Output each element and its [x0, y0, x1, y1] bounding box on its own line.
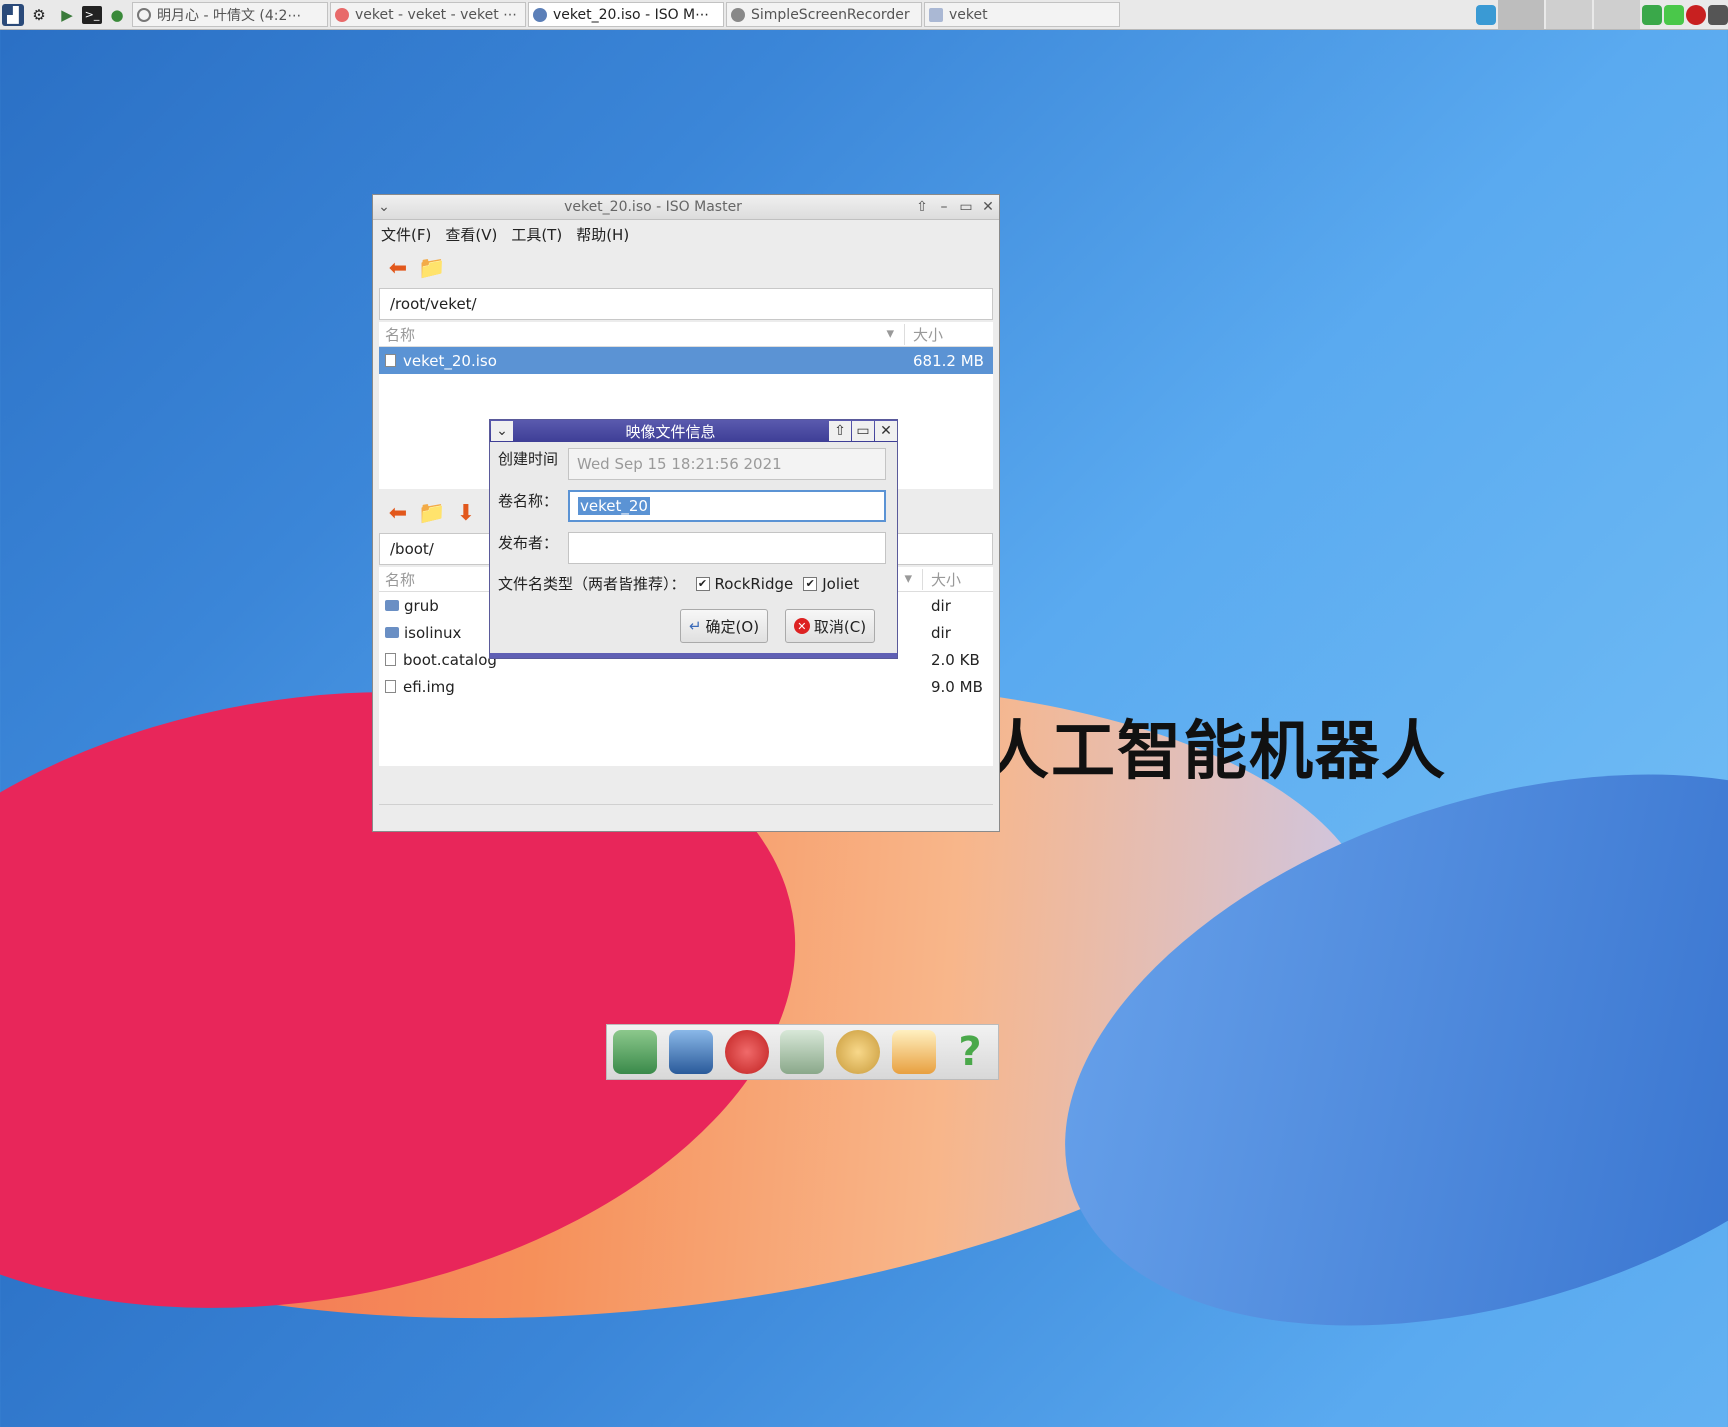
top-toolbar: ⬅ 📁: [373, 248, 999, 288]
dialog-title: 映像文件信息: [625, 422, 716, 441]
desktop-text: 人工智能机器人: [985, 715, 1447, 789]
shield-icon[interactable]: [1642, 4, 1662, 25]
top-path-field[interactable]: /root/veket/: [379, 288, 993, 320]
menu-view[interactable]: 查看(V): [445, 224, 497, 245]
publisher-input[interactable]: [568, 532, 886, 564]
back-arrow-icon[interactable]: ⬅: [383, 253, 413, 283]
system-monitor-icon[interactable]: ▟: [2, 3, 24, 26]
keep-above-icon[interactable]: ⇧: [911, 196, 933, 218]
extract-icon[interactable]: ⬇: [451, 498, 481, 528]
rockridge-checkbox[interactable]: ✔ RockRidge: [695, 575, 793, 593]
task-iso-master[interactable]: veket_20.iso - ISO M⋯: [528, 2, 724, 27]
folder-icon: [929, 7, 943, 22]
taskbar: ▟ ⚙ ▶ >_ ● 明月心 - 叶倩文 (4:2⋯ veket - veket…: [0, 0, 1728, 30]
new-folder-icon[interactable]: 📁: [417, 498, 447, 528]
folder-icon: [385, 627, 399, 638]
created-time-field: Wed Sep 15 18:21:56 2021: [568, 448, 886, 480]
name-column-header[interactable]: 名称 ▾: [379, 324, 904, 345]
workspace-2[interactable]: [1546, 0, 1592, 29]
list-item[interactable]: veket_20.iso 681.2 MB: [379, 347, 993, 374]
settings-icon[interactable]: ⚙: [26, 2, 52, 28]
volume-name-label: 卷名称：: [498, 492, 559, 510]
menu-help[interactable]: 帮助(H): [576, 224, 629, 245]
mascot-icon[interactable]: [724, 1030, 769, 1074]
dock: ?: [606, 1024, 999, 1080]
file-icon: [385, 680, 396, 693]
filename-types-row: 文件名类型（两者皆推荐）： ✔ RockRidge ✔ Joliet: [498, 573, 894, 594]
workspace-3[interactable]: [1594, 0, 1640, 29]
list-item[interactable]: efi.img 9.0 MB: [379, 673, 993, 700]
task-music-player[interactable]: 明月心 - 叶倩文 (4:2⋯: [132, 2, 328, 27]
cancel-icon: ✕: [793, 618, 810, 634]
joliet-checkbox[interactable]: ✔ Joliet: [803, 575, 859, 593]
cancel-button[interactable]: ✕ 取消(C): [785, 609, 875, 643]
maximize-icon[interactable]: ▭: [955, 196, 977, 218]
dialog-titlebar[interactable]: ⌄ 映像文件信息 ⇧ ▭ ✕: [490, 420, 897, 442]
system-tray: [1474, 0, 1728, 29]
terminal-icon[interactable]: >_: [82, 5, 102, 24]
iso-master-icon: [533, 7, 547, 22]
size-column-header[interactable]: 大小: [904, 323, 993, 345]
help-icon[interactable]: ?: [948, 1029, 992, 1075]
dialog-bottom-bar: [490, 653, 897, 658]
ok-icon: ↵: [688, 617, 702, 635]
task-screen-recorder[interactable]: SimpleScreenRecorder: [726, 2, 922, 27]
checkmark-icon: ✔: [695, 576, 710, 591]
maximize-icon[interactable]: ▭: [852, 421, 874, 441]
status-bar: [379, 804, 993, 827]
dialog-menu-icon[interactable]: ⌄: [491, 421, 513, 441]
size-column-header[interactable]: 大小: [922, 568, 993, 590]
record-icon[interactable]: [1686, 4, 1706, 25]
publisher-label: 发布者：: [498, 534, 559, 552]
window-titlebar[interactable]: ⌄ veket_20.iso - ISO Master ⇧ – ▭ ✕: [373, 195, 999, 220]
filename-types-label: 文件名类型（两者皆推荐）：: [498, 575, 686, 593]
menubar: 文件(F) 查看(V) 工具(T) 帮助(H): [373, 220, 999, 248]
file-manager-icon[interactable]: [612, 1030, 657, 1074]
created-time-label: 创建时间: [498, 450, 559, 468]
keyboard-icon[interactable]: [1708, 4, 1728, 25]
task-veket-browser[interactable]: veket - veket - veket ⋯: [330, 2, 526, 27]
checkmark-icon: ✔: [803, 576, 818, 591]
window-title: veket_20.iso - ISO Master: [564, 199, 742, 215]
sort-arrow-icon: ▾: [886, 323, 894, 342]
recorder-icon: [731, 7, 745, 22]
firefox-icon: [335, 7, 349, 22]
volume-name-input[interactable]: veket_20: [568, 490, 886, 522]
paint-icon[interactable]: [836, 1030, 881, 1074]
music-icon: [137, 7, 151, 22]
close-icon[interactable]: ✕: [875, 421, 897, 441]
battery-icon[interactable]: [1664, 4, 1684, 25]
menu-file[interactable]: 文件(F): [381, 224, 431, 245]
minimize-icon[interactable]: –: [933, 196, 955, 218]
image-info-dialog: ⌄ 映像文件信息 ⇧ ▭ ✕ 创建时间 Wed Sep 15 18:21:56 …: [489, 419, 898, 659]
keep-above-icon[interactable]: ⇧: [829, 421, 851, 441]
browser-icon[interactable]: ●: [104, 2, 130, 28]
play-icon[interactable]: ▶: [54, 2, 80, 28]
close-icon[interactable]: ✕: [977, 196, 999, 218]
file-icon: [385, 653, 396, 666]
top-list-header: 名称 ▾ 大小: [379, 322, 993, 347]
editor-icon[interactable]: [780, 1030, 825, 1074]
monitor-icon[interactable]: [668, 1030, 713, 1074]
veket-icon[interactable]: [892, 1030, 937, 1074]
ok-button[interactable]: ↵ 确定(O): [680, 609, 768, 643]
back-arrow-icon[interactable]: ⬅: [383, 498, 413, 528]
sort-arrow-icon: ▾: [904, 568, 912, 587]
menu-tools[interactable]: 工具(T): [511, 224, 562, 245]
window-menu-icon[interactable]: ⌄: [373, 196, 395, 218]
workspace-1[interactable]: [1498, 0, 1544, 29]
display-icon[interactable]: [1476, 4, 1496, 25]
task-veket-folder[interactable]: veket: [924, 2, 1120, 27]
new-folder-icon[interactable]: 📁: [417, 253, 447, 283]
folder-icon: [385, 600, 399, 611]
file-icon: [385, 354, 396, 367]
